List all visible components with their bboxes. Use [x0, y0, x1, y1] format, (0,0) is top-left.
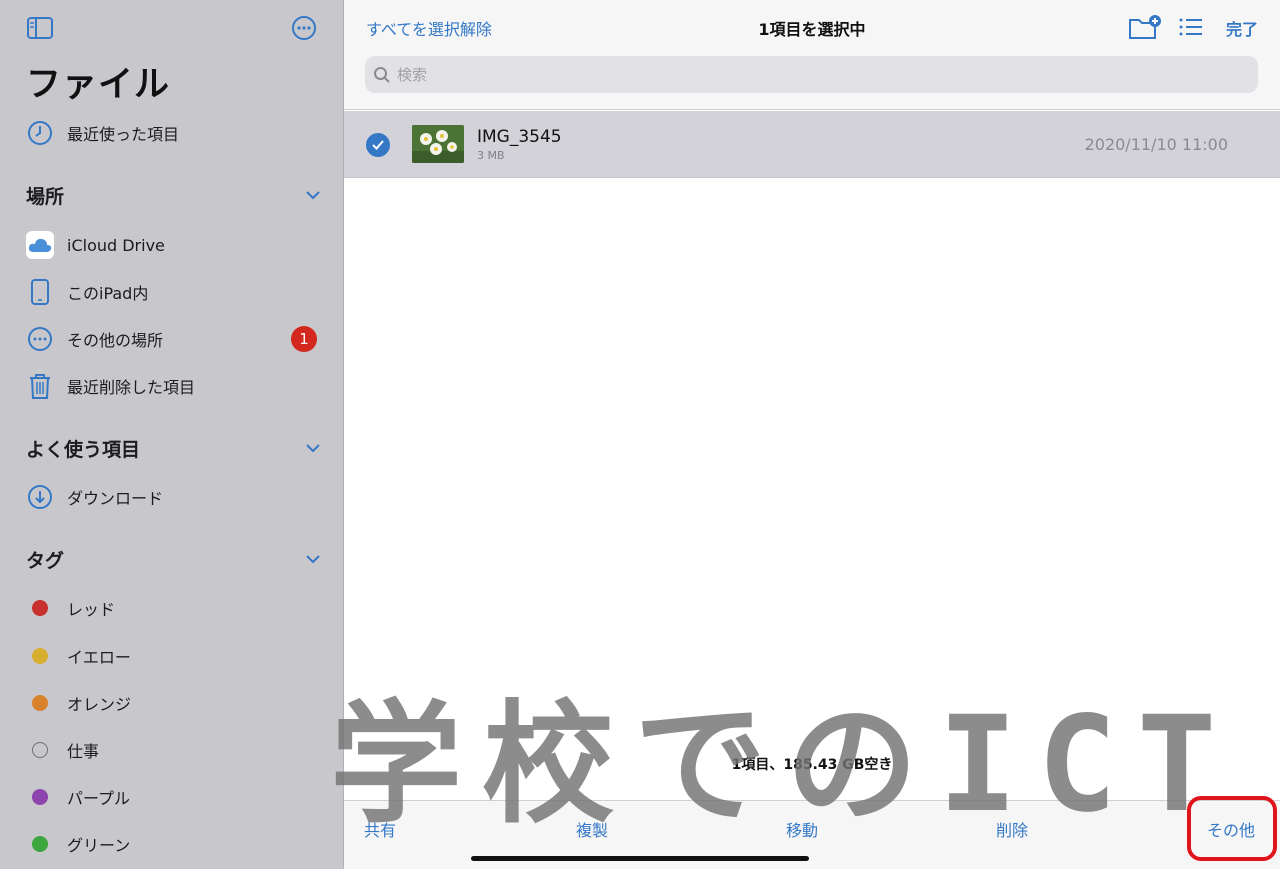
icloud-icon [26, 231, 54, 259]
list-view-icon[interactable] [1176, 12, 1210, 42]
storage-status: 1項目、185.43 GB空き [731, 757, 893, 773]
sidebar-item-label: iCloud Drive [67, 235, 165, 255]
sidebar-toggle-icon[interactable] [26, 14, 54, 42]
notification-badge: 1 [291, 326, 317, 352]
more-options-icon[interactable] [290, 14, 318, 42]
download-icon [26, 483, 54, 511]
clock-icon [26, 119, 54, 147]
tag-color-dot [32, 789, 48, 805]
trash-icon [26, 372, 54, 400]
file-date: 2020/11/10 11:00 [1084, 135, 1228, 154]
main-content: すべてを選択解除 1項目を選択中 完了 IMG_3545 3 MB 202 [344, 0, 1280, 869]
sidebar-item-label: イエロー [67, 648, 131, 667]
file-name: IMG_3545 [477, 127, 562, 147]
section-tags-header: タグ [26, 549, 65, 572]
sidebar-item-label: レッド [67, 600, 116, 619]
sidebar-item-label: パープル [67, 789, 131, 808]
sidebar-item-label: グリーン [67, 836, 131, 855]
done-button[interactable]: 完了 [1226, 16, 1258, 40]
sidebar-item-recents[interactable]: 最近使った項目 [26, 115, 317, 151]
tag-color-dot [32, 695, 48, 711]
sidebar-item-downloads[interactable]: ダウンロード [26, 479, 317, 515]
home-indicator [471, 856, 809, 861]
file-size: 3 MB [477, 149, 505, 162]
sidebar-title: ファイル [26, 65, 171, 105]
sidebar-item-label: ダウンロード [67, 489, 164, 508]
chevron-down-icon [306, 444, 320, 453]
checkmark-icon[interactable] [366, 133, 390, 157]
file-thumbnail [412, 125, 464, 163]
section-favorites-header: よく使う項目 [26, 438, 141, 461]
tag-color-dot [32, 600, 48, 616]
top-toolbar: すべてを選択解除 1項目を選択中 完了 [344, 0, 1280, 110]
tag-color-dot [32, 836, 48, 852]
chevron-down-icon [306, 191, 320, 200]
sidebar-item-on-my-ipad[interactable]: このiPad内 [26, 274, 317, 310]
section-favorites[interactable]: よく使う項目 [26, 433, 321, 463]
sidebar-item-label: 最近使った項目 [67, 125, 180, 144]
sidebar-tag-yellow[interactable]: イエロー [26, 638, 317, 674]
move-button[interactable]: 移動 [786, 817, 818, 841]
sidebar-item-icloud-drive[interactable]: iCloud Drive [26, 227, 317, 263]
sidebar-item-label: このiPad内 [67, 284, 149, 303]
ipad-icon [26, 278, 54, 306]
ellipsis-circle-icon [26, 325, 54, 353]
bottom-toolbar: 共有 複製 移動 削除 その他 [344, 796, 1280, 869]
sidebar-tag-work[interactable]: 仕事 [26, 732, 317, 768]
sidebar-item-label: オレンジ [67, 695, 132, 714]
section-tags[interactable]: タグ [26, 544, 321, 574]
share-button[interactable]: 共有 [364, 817, 396, 841]
sidebar-item-label: 最近削除した項目 [67, 378, 196, 397]
sidebar-tag-red[interactable]: レッド [26, 590, 317, 626]
sidebar-tag-orange[interactable]: オレンジ [26, 685, 317, 721]
section-locations-header: 場所 [26, 185, 65, 208]
sidebar-item-recently-deleted[interactable]: 最近削除した項目 [26, 368, 317, 404]
search-bar[interactable] [365, 56, 1258, 93]
sidebar: ファイル 最近使った項目 場所 iCloud Drive このiPad内 その他… [0, 0, 344, 869]
sidebar-tag-green[interactable]: グリーン [26, 826, 317, 862]
sidebar-tag-purple[interactable]: パープル [26, 779, 317, 815]
new-folder-icon[interactable] [1128, 12, 1162, 42]
sidebar-item-label: その他の場所 [67, 331, 164, 350]
delete-button[interactable]: 削除 [996, 817, 1028, 841]
tag-color-dot [32, 742, 48, 758]
section-locations[interactable]: 場所 [26, 180, 321, 210]
highlight-annotation [1187, 796, 1277, 861]
duplicate-button[interactable]: 複製 [576, 817, 608, 841]
chevron-down-icon [306, 555, 320, 564]
tag-color-dot [32, 648, 48, 664]
file-row[interactable]: IMG_3545 3 MB 2020/11/10 11:00 [344, 111, 1280, 178]
sidebar-item-label: 仕事 [67, 742, 100, 761]
search-input[interactable] [397, 65, 1237, 84]
sidebar-item-other-locations[interactable]: その他の場所 1 [26, 321, 317, 357]
search-icon [374, 66, 390, 83]
